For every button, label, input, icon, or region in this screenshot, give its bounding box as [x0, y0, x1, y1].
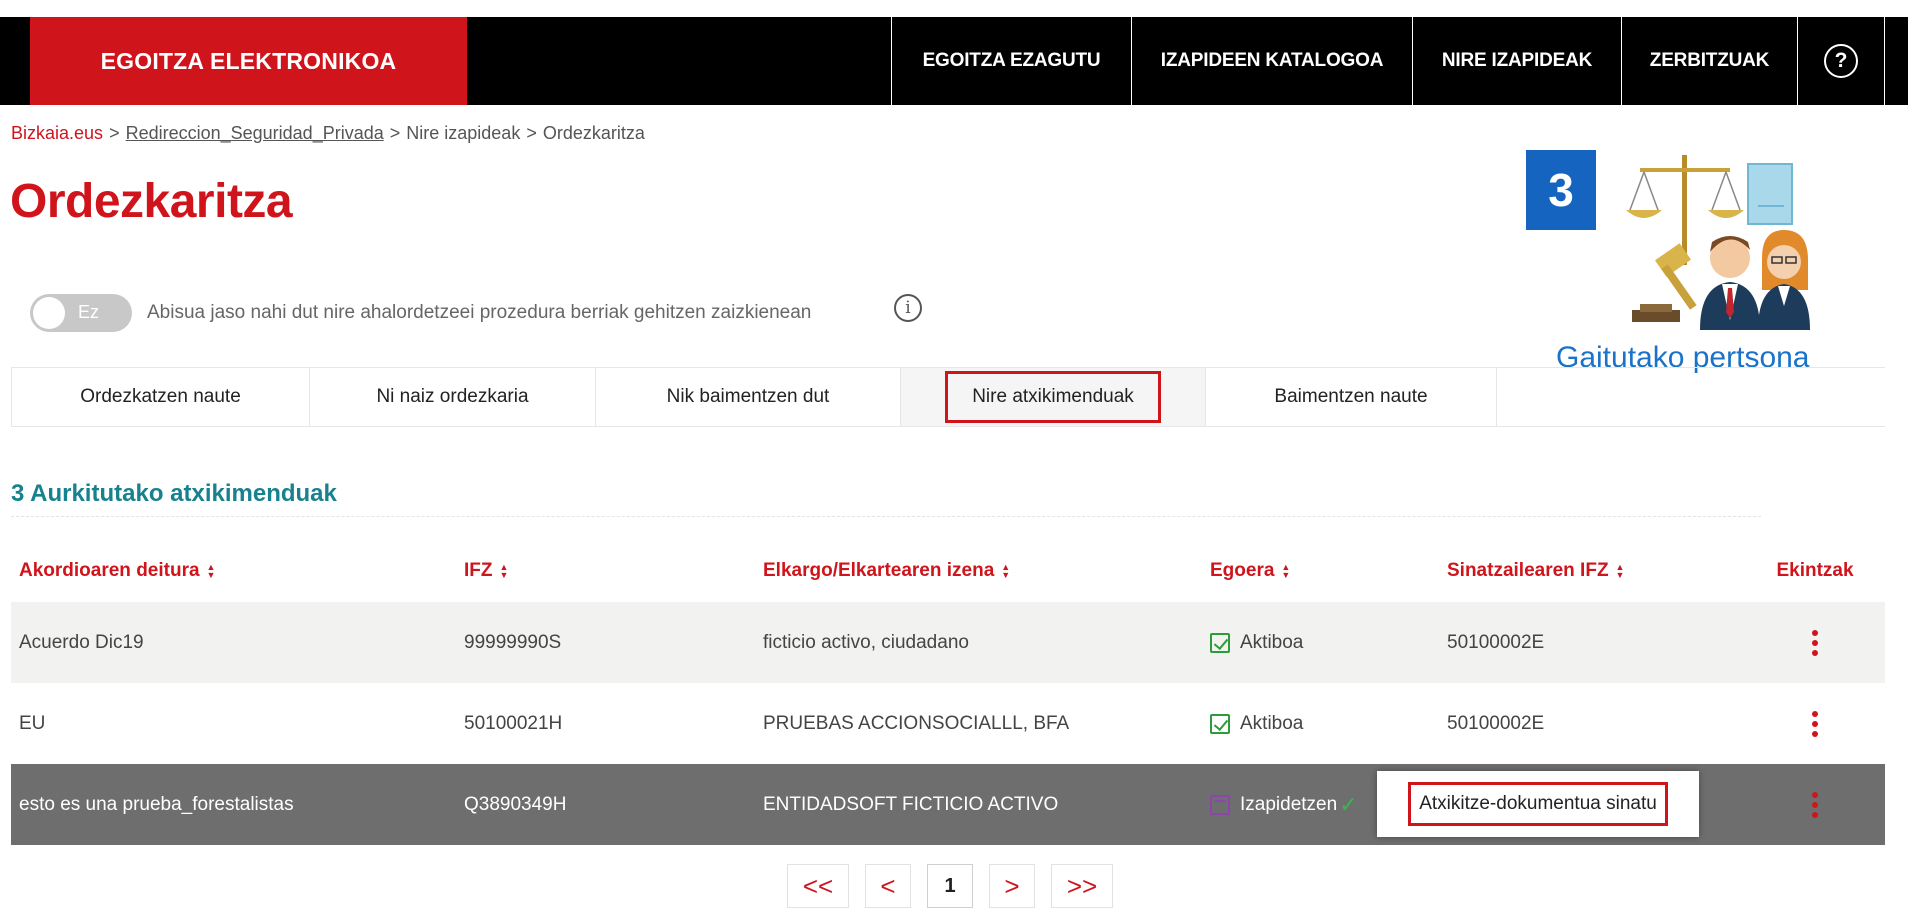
prev-page-button[interactable]: <: [865, 864, 911, 908]
status-label: Izapidetzen: [1240, 793, 1338, 815]
main-nav: EGOITZA EZAGUTU IZAPIDEEN KATALOGOA NIRE…: [891, 17, 1885, 105]
page-1-button[interactable]: 1: [927, 864, 973, 908]
cell-name: Acuerdo Dic19: [19, 631, 144, 653]
sort-icon: ▲ ▼: [206, 562, 216, 580]
cell-name: EU: [19, 712, 46, 734]
header-akordioaren-deitura[interactable]: Akordioaren deitura ▲ ▼: [11, 560, 456, 582]
active-check-icon: [1210, 632, 1230, 653]
breadcrumb-separator: >: [389, 123, 401, 143]
status-label: Aktiboa: [1240, 712, 1304, 734]
notification-text: Abisua jaso nahi dut nire ahalordetzeei …: [147, 302, 812, 323]
site-brand-link[interactable]: EGOITZA ELEKTRONIKOA: [30, 17, 467, 105]
notification-toggle[interactable]: Ez: [30, 294, 132, 332]
toggle-knob: [33, 297, 65, 329]
table-header-row: Akordioaren deitura ▲ ▼ IFZ ▲ ▼ Elkargo/El…: [11, 540, 1885, 602]
kebab-menu-icon: [1812, 791, 1818, 818]
row-actions-popover: Atxikitze-dokumentua sinatu: [1377, 771, 1699, 837]
info-icon[interactable]: i: [894, 294, 922, 322]
next-page-button[interactable]: >: [989, 864, 1035, 908]
breadcrumb: Bizkaia.eus > Redireccion_Seguridad_Priv…: [11, 123, 645, 144]
cell-ifz: Q3890349H: [464, 793, 567, 815]
cell-status: Aktiboa: [1202, 632, 1439, 654]
pagination: << < 1 > >>: [787, 864, 1113, 908]
header-egoera[interactable]: Egoera ▲ ▼: [1202, 560, 1439, 582]
cell-ifz: 99999990S: [464, 631, 562, 653]
step-badge: 3: [1526, 150, 1596, 230]
gavel-icon: [1632, 243, 1697, 322]
active-check-icon: [1210, 713, 1230, 734]
cell-signer: 50100002E: [1447, 631, 1545, 653]
sort-icon: ▲ ▼: [1615, 562, 1625, 580]
header-label: IFZ: [464, 560, 493, 581]
nav-nire-izapideak[interactable]: NIRE IZAPIDEAK: [1412, 17, 1621, 105]
results-count-heading: 3 Aurkitutako atxikimenduak: [11, 480, 337, 507]
tab-nire-atxikimenduak-label: Nire atxikimenduak: [945, 371, 1161, 423]
cell-name: esto es una prueba_forestalistas: [19, 793, 294, 815]
breadcrumb-nire-izapideak: Nire izapideak: [406, 123, 521, 143]
checkmark-icon: ✓: [1339, 791, 1358, 817]
last-page-button[interactable]: >>: [1051, 864, 1113, 908]
breadcrumb-separator: >: [109, 123, 120, 143]
tab-nire-atxikimenduak[interactable]: Nire atxikimenduak: [901, 368, 1206, 426]
table-row: EU 50100021H PRUEBAS ACCIONSOCIALLL, BFA…: [11, 683, 1885, 764]
cell-org: ficticio activo, ciudadano: [763, 631, 969, 653]
lawyers-illustration: [1626, 155, 1810, 330]
kebab-menu-icon: [1812, 710, 1818, 737]
header-ifz[interactable]: IFZ ▲ ▼: [456, 560, 755, 582]
sign-adhesion-document-action[interactable]: Atxikitze-dokumentua sinatu: [1408, 782, 1668, 826]
cell-org: PRUEBAS ACCIONSOCIALLL, BFA: [763, 712, 1070, 734]
nav-egoitza-ezagutu[interactable]: EGOITZA EZAGUTU: [891, 17, 1131, 105]
table-row: Acuerdo Dic19 99999990S ficticio activo,…: [11, 602, 1885, 683]
book-icon: [1747, 163, 1793, 225]
nav-zerbitzuak[interactable]: ZERBITZUAK: [1621, 17, 1797, 105]
sort-icon: ▲ ▼: [1001, 562, 1011, 580]
header-label: Sinatzailearen IFZ: [1447, 560, 1609, 581]
representation-tabs: Ordezkatzen naute Ni naiz ordezkaria Nik…: [11, 367, 1885, 427]
processing-document-icon: [1210, 794, 1230, 815]
sort-icon: ▲ ▼: [1281, 562, 1291, 580]
row-actions-menu[interactable]: [1737, 629, 1885, 656]
divider: [11, 516, 1761, 517]
header-ekintzak: Ekintzak: [1776, 560, 1854, 581]
breadcrumb-home[interactable]: Bizkaia.eus: [11, 123, 103, 144]
cell-ifz: 50100021H: [464, 712, 563, 734]
row-actions-menu[interactable]: [1737, 710, 1885, 737]
sort-icon: ▲ ▼: [499, 562, 509, 580]
breadcrumb-current: Ordezkaritza: [542, 123, 645, 143]
tab-ordezkatzen-naute[interactable]: Ordezkatzen naute: [12, 368, 310, 426]
header-label: Egoera: [1210, 560, 1275, 581]
man-lawyer-icon: [1700, 236, 1760, 330]
toggle-state-label: Ez: [78, 302, 100, 322]
cell-org: ENTIDADSOFT FICTICIO ACTIVO: [763, 793, 1059, 815]
breadcrumb-redireccion[interactable]: Redireccion_Seguridad_Privada: [126, 123, 384, 144]
help-icon: ?: [1824, 44, 1858, 78]
breadcrumb-separator: >: [526, 123, 537, 143]
woman-lawyer-icon: [1758, 230, 1810, 330]
nav-izapideen-katalogoa[interactable]: IZAPIDEEN KATALOGOA: [1131, 17, 1412, 105]
top-navigation-bar: EGOITZA ELEKTRONIKOA EGOITZA EZAGUTU IZA…: [0, 17, 1908, 105]
header-label: Akordioaren deitura: [19, 560, 200, 581]
page-title: Ordezkaritza: [10, 175, 293, 228]
kebab-menu-icon: [1812, 629, 1818, 656]
header-sinatzailearen-ifz[interactable]: Sinatzailearen IFZ ▲ ▼: [1439, 560, 1737, 582]
tab-ni-naiz-ordezkaria[interactable]: Ni naiz ordezkaria: [310, 368, 596, 426]
help-button[interactable]: ?: [1797, 17, 1885, 105]
row-actions-menu[interactable]: [1737, 791, 1885, 818]
first-page-button[interactable]: <<: [787, 864, 849, 908]
tab-baimentzen-naute[interactable]: Baimentzen naute: [1206, 368, 1497, 426]
cell-signer: 50100002E: [1447, 712, 1545, 734]
header-elkargo-izena[interactable]: Elkargo/Elkartearen izena ▲ ▼: [755, 560, 1202, 582]
tab-nik-baimentzen-dut[interactable]: Nik baimentzen dut: [596, 368, 901, 426]
cell-status: Aktiboa: [1202, 713, 1439, 735]
status-label: Aktiboa: [1240, 631, 1304, 653]
header-label: Elkargo/Elkartearen izena: [763, 560, 995, 581]
